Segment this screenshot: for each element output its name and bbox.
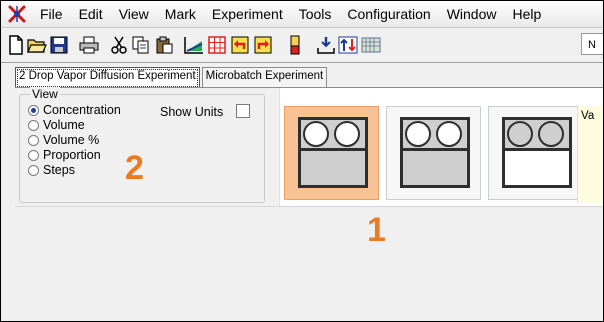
menu-configuration[interactable]: Configuration (339, 6, 438, 22)
annotation-2: 2 (125, 149, 144, 187)
well-selected[interactable] (284, 106, 379, 200)
experiment-panel: View Concentration Volume Volume % Propo… (15, 87, 603, 206)
paste-icon[interactable] (153, 34, 175, 56)
copy-icon[interactable] (130, 34, 152, 56)
new-icon[interactable] (5, 34, 27, 56)
radio-concentration[interactable]: Concentration (28, 103, 121, 117)
column-icon[interactable] (284, 34, 306, 56)
toolbar-field[interactable]: N (581, 33, 603, 55)
sort-icon[interactable] (337, 34, 359, 56)
lower-panel (15, 206, 603, 321)
side-info-panel: Va (577, 106, 603, 203)
toolbar: N (1, 28, 603, 63)
radio-button[interactable] (28, 149, 39, 161)
menu-file[interactable]: File (32, 6, 71, 22)
chart-icon[interactable] (183, 34, 205, 56)
radio-volume[interactable]: Volume (28, 118, 85, 132)
drop-1 (507, 121, 533, 147)
menu-mark[interactable]: Mark (157, 6, 204, 22)
radio-label: Volume (43, 118, 85, 132)
drop-2 (334, 121, 360, 147)
show-units-checkbox[interactable] (236, 104, 250, 118)
show-units-label: Show Units (160, 105, 224, 119)
menu-bar: File Edit View Mark Experiment Tools Con… (1, 1, 603, 28)
drop-1 (405, 121, 431, 147)
menu-view[interactable]: View (111, 6, 157, 22)
drop-2 (436, 121, 462, 147)
radio-label: Proportion (43, 148, 101, 162)
menu-edit[interactable]: Edit (71, 6, 111, 22)
plate-icon[interactable] (360, 34, 382, 56)
well-diagram (400, 117, 470, 188)
radio-proportion[interactable]: Proportion (28, 148, 101, 162)
app-logo-icon[interactable] (8, 5, 26, 23)
dispense-icon[interactable] (315, 34, 337, 56)
tab-microbatch[interactable]: Microbatch Experiment (201, 67, 328, 88)
print-icon[interactable] (78, 34, 100, 56)
radio-button[interactable] (28, 164, 39, 176)
radio-steps[interactable]: Steps (28, 163, 75, 177)
radio-label: Concentration (43, 103, 121, 117)
radio-label: Steps (43, 163, 75, 177)
annotation-1: 1 (367, 211, 386, 249)
cut-icon[interactable] (108, 34, 130, 56)
radio-label: Volume % (43, 133, 100, 147)
menu-tools[interactable]: Tools (291, 6, 340, 22)
well[interactable] (488, 106, 583, 200)
well-diagram (298, 117, 368, 188)
redo-icon[interactable] (252, 34, 274, 56)
radio-button[interactable] (28, 119, 39, 131)
experiment-tabs: 2 Drop Vapor Diffusion Experiment Microb… (15, 67, 329, 89)
radio-volume-percent[interactable]: Volume % (28, 133, 99, 147)
drop-1 (303, 121, 329, 147)
tab-2-drop-vapor-diffusion[interactable]: 2 Drop Vapor Diffusion Experiment (15, 67, 200, 89)
save-icon[interactable] (48, 34, 70, 56)
grid-icon[interactable] (206, 34, 228, 56)
reservoir (301, 151, 365, 185)
wells-panel (279, 88, 603, 206)
menu-help[interactable]: Help (504, 6, 549, 22)
well[interactable] (386, 106, 481, 200)
open-icon[interactable] (26, 34, 48, 56)
reservoir (505, 151, 569, 185)
drop-area (403, 120, 467, 151)
radio-button[interactable] (28, 104, 39, 116)
application-window: File Edit View Mark Experiment Tools Con… (0, 0, 604, 322)
reservoir (403, 151, 467, 185)
undo-icon[interactable] (229, 34, 251, 56)
view-legend: View (30, 87, 60, 101)
menu-experiment[interactable]: Experiment (204, 6, 291, 22)
drop-area (301, 120, 365, 151)
menu-window[interactable]: Window (439, 6, 505, 22)
drop-area (505, 120, 569, 151)
radio-button[interactable] (28, 134, 39, 146)
well-diagram (502, 117, 572, 188)
drop-2 (538, 121, 564, 147)
